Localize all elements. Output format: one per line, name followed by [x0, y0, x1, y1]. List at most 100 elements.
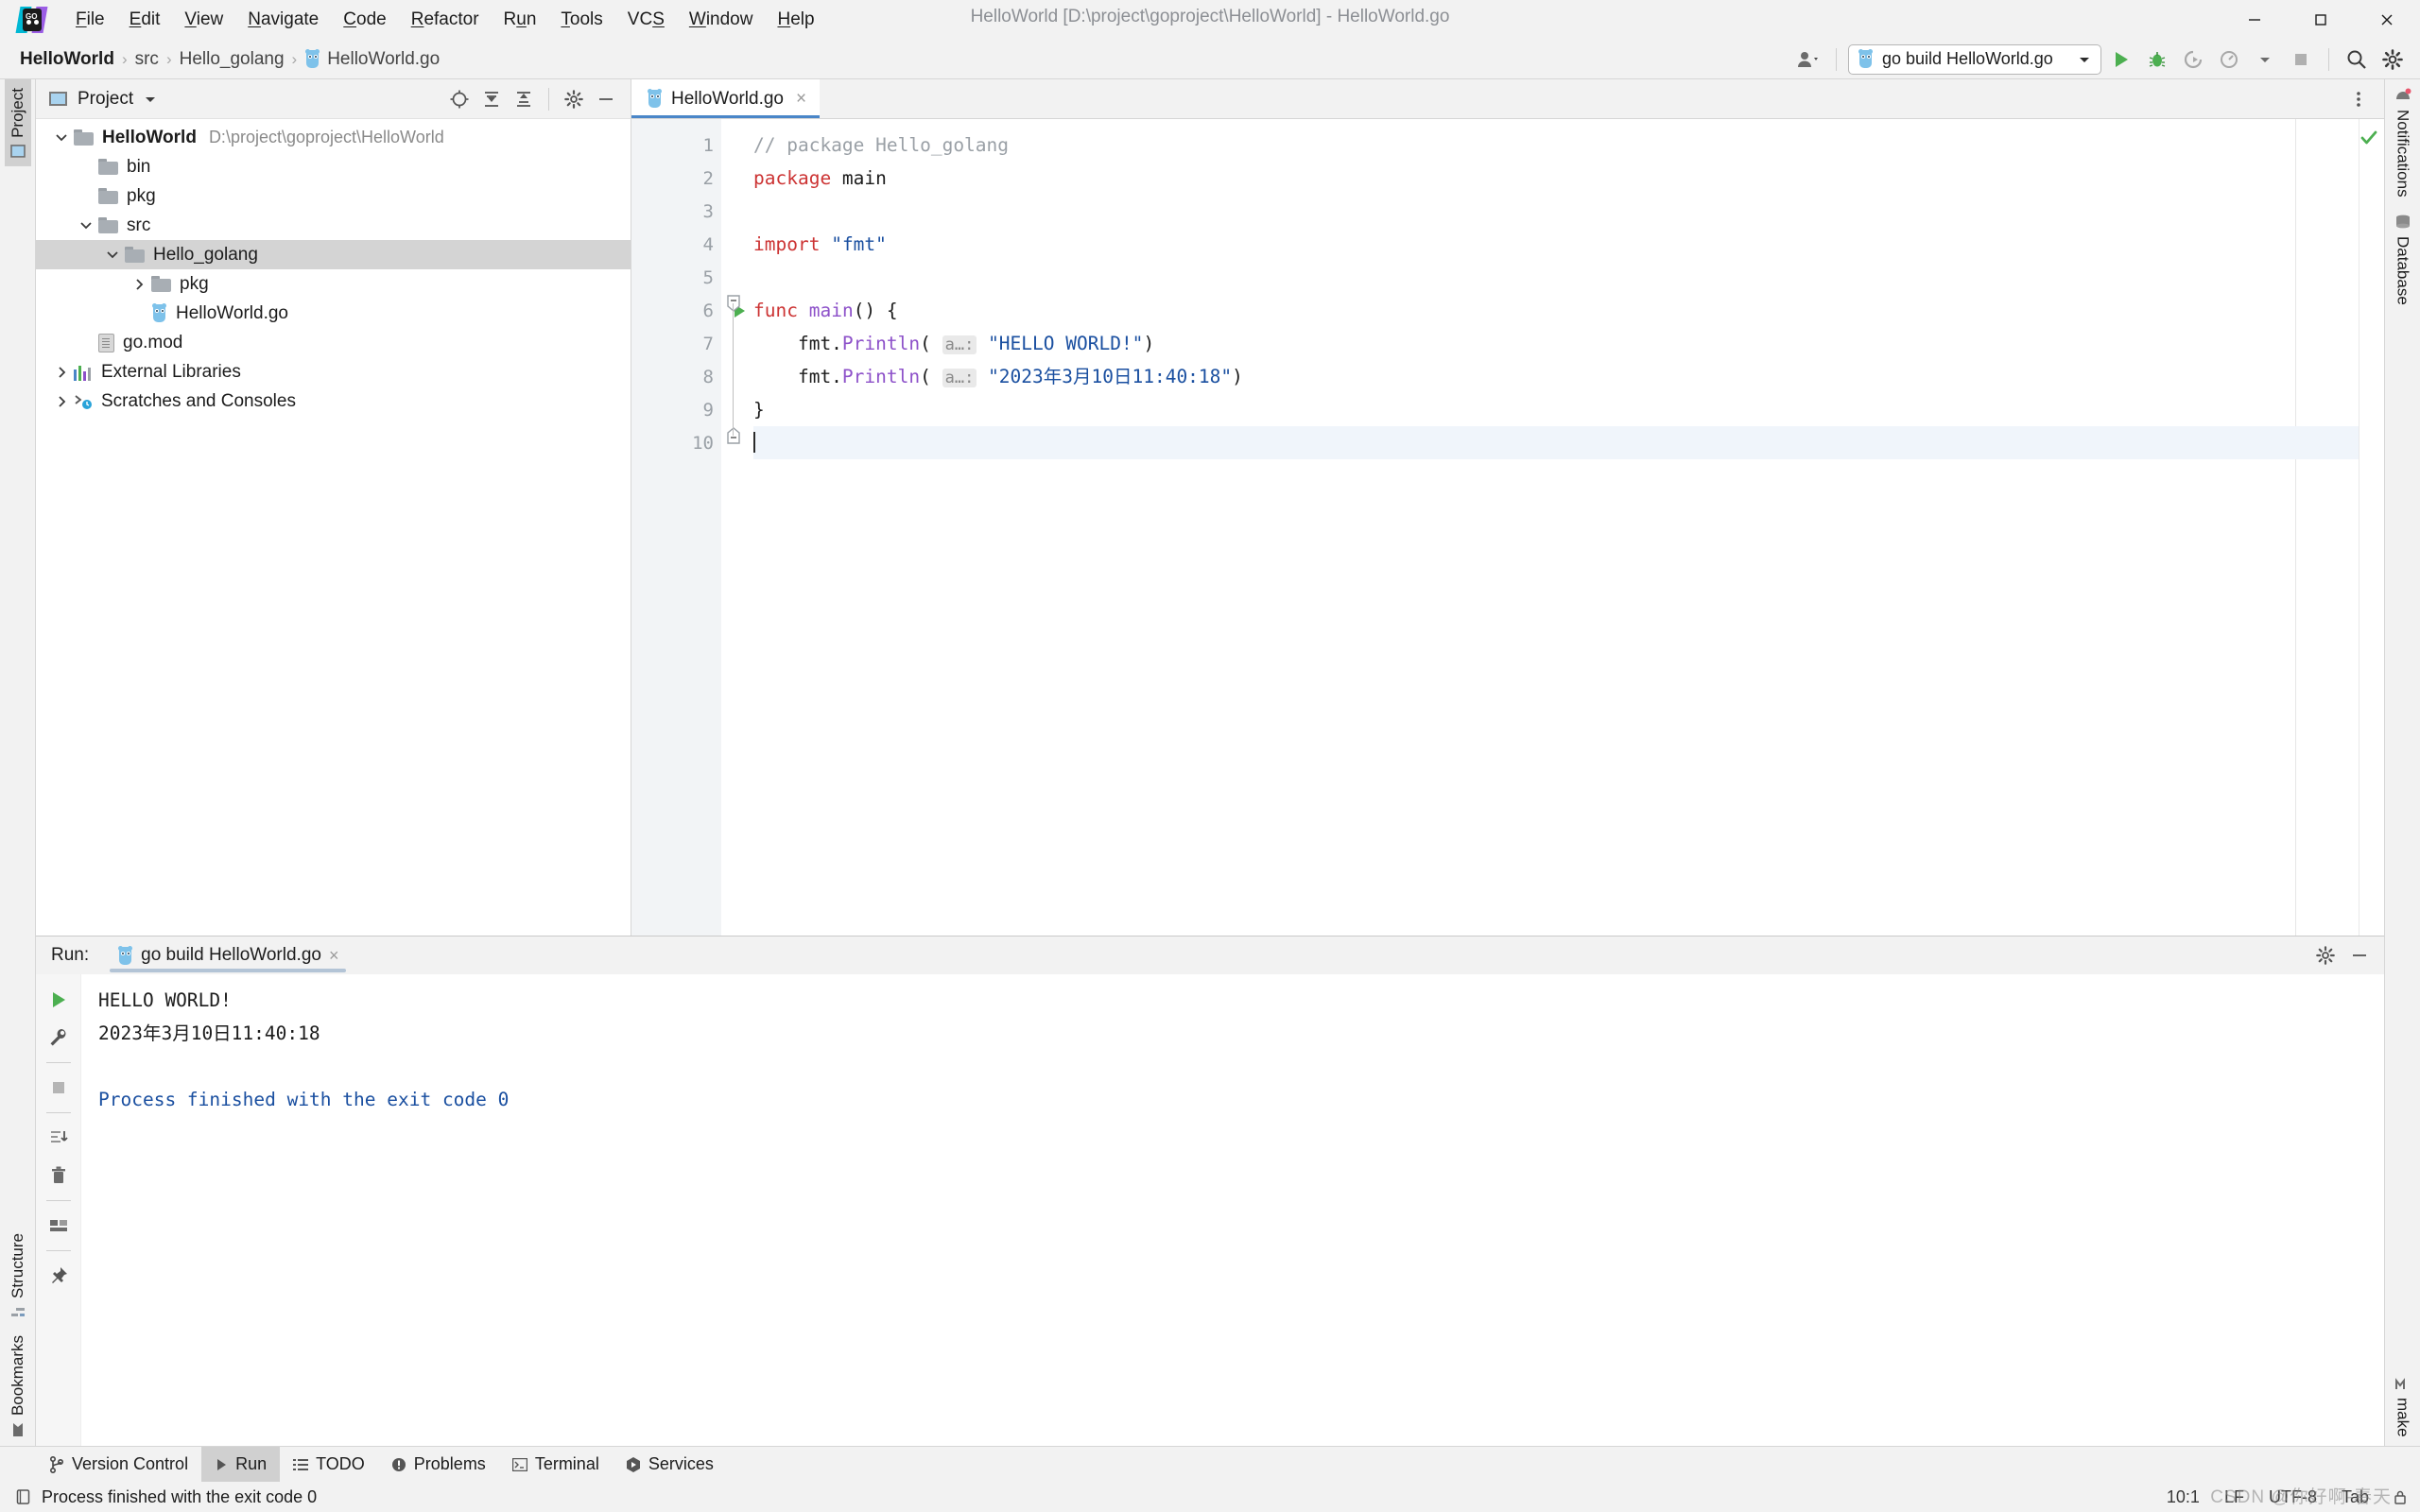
line-separator[interactable]: LF — [2224, 1487, 2244, 1507]
code-token-punct: } — [753, 399, 765, 421]
tree-node-hello-golang-pkg[interactable]: pkg — [36, 269, 631, 299]
tool-window-services[interactable]: Services — [613, 1447, 727, 1482]
sidebar-item-project[interactable]: Project — [5, 79, 31, 166]
line-number: 8 — [631, 360, 721, 393]
sidebar-item-database[interactable]: Database — [2390, 206, 2416, 314]
menu-code[interactable]: Code — [331, 6, 398, 34]
chevron-down-icon[interactable] — [74, 221, 98, 230]
expand-all-icon[interactable] — [476, 85, 507, 113]
file-encoding[interactable]: UTF-8 — [2269, 1487, 2317, 1507]
rerun-icon[interactable] — [41, 982, 77, 1018]
sidebar-item-structure[interactable]: Structure — [5, 1225, 31, 1327]
menu-run[interactable]: Run — [492, 6, 549, 34]
layout-icon[interactable] — [41, 1208, 77, 1244]
breadcrumb-item-hello-golang[interactable]: Hello_golang — [175, 47, 289, 72]
menu-tools[interactable]: Tools — [548, 6, 614, 34]
debug-button[interactable] — [2141, 44, 2173, 75]
ok-check-icon[interactable] — [2360, 129, 2378, 147]
code-editor[interactable]: 1 2 3 4 5 6 7 8 9 10 — [631, 119, 2384, 936]
tree-node-helloworld[interactable]: HelloWorld D:\project\goproject\HelloWor… — [36, 123, 631, 152]
menu-help-mnemonic: H — [777, 9, 790, 29]
profile-button[interactable] — [2213, 44, 2245, 75]
menu-help[interactable]: Help — [765, 6, 826, 34]
go-run-icon — [117, 947, 133, 965]
account-icon[interactable] — [1792, 44, 1824, 75]
tree-node-src[interactable]: src — [36, 211, 631, 240]
breadcrumb-item-project[interactable]: HelloWorld — [15, 47, 119, 72]
menu-file-mnemonic: F — [76, 9, 87, 29]
fold-marker-close[interactable] — [725, 426, 744, 445]
menu-refactor[interactable]: Refactor — [399, 6, 492, 34]
indent-setting[interactable]: Tab — [2342, 1487, 2369, 1507]
breadcrumb-item-file[interactable]: HelloWorld.go — [300, 47, 444, 72]
stop-button[interactable] — [2285, 44, 2317, 75]
tree-node-external-libraries[interactable]: External Libraries — [36, 357, 631, 387]
run-button[interactable] — [2105, 44, 2137, 75]
minimize-button[interactable] — [2221, 0, 2288, 40]
caret-position[interactable]: 10:1 — [2167, 1487, 2200, 1507]
chevron-right-icon[interactable] — [49, 367, 74, 378]
profile-dropdown-icon[interactable] — [2249, 44, 2281, 75]
menu-view[interactable]: View — [172, 6, 235, 34]
settings-icon[interactable] — [559, 85, 589, 113]
editor-scrollbar[interactable] — [2359, 119, 2384, 936]
project-tree[interactable]: HelloWorld D:\project\goproject\HelloWor… — [36, 119, 631, 936]
scroll-to-end-icon[interactable] — [41, 1120, 77, 1156]
stop-icon[interactable] — [41, 1070, 77, 1106]
hide-panel-icon[interactable] — [591, 85, 621, 113]
maximize-button[interactable] — [2288, 0, 2354, 40]
chevron-right-icon[interactable] — [49, 396, 74, 407]
hide-panel-icon[interactable] — [2344, 941, 2375, 970]
tree-node-go-mod[interactable]: go.mod — [36, 328, 631, 357]
more-icon[interactable] — [2342, 84, 2375, 114]
editor-tab-helloworld-go[interactable]: HelloWorld.go × — [631, 79, 820, 118]
tool-window-run[interactable]: Run — [201, 1447, 280, 1482]
chevron-right-icon[interactable] — [127, 279, 151, 290]
menu-window[interactable]: Window — [677, 6, 766, 34]
sidebar-item-bookmarks[interactable]: Bookmarks — [5, 1327, 31, 1446]
editor-gutter[interactable]: 1 2 3 4 5 6 7 8 9 10 — [631, 119, 721, 936]
project-panel-header: Project — [36, 79, 631, 119]
terminal-icon — [512, 1458, 527, 1471]
run-configuration-selector[interactable]: go build HelloWorld.go — [1848, 44, 2101, 75]
lock-icon[interactable] — [2394, 1489, 2407, 1504]
fold-marker-open[interactable] — [725, 294, 744, 313]
close-icon[interactable]: × — [329, 946, 339, 966]
pin-icon[interactable] — [41, 1258, 77, 1294]
menu-vcs[interactable]: VCS — [615, 6, 677, 34]
run-panel-tab[interactable]: go build HelloWorld.go × — [106, 936, 350, 974]
status-message-group[interactable]: Process finished with the exit code 0 — [15, 1487, 317, 1507]
code-text-area[interactable]: // package Hello_golang package main imp… — [721, 119, 2359, 936]
chevron-down-icon[interactable] — [49, 133, 74, 142]
menu-edit[interactable]: Edit — [117, 6, 173, 34]
tool-window-problems[interactable]: Problems — [378, 1447, 499, 1482]
sidebar-item-make[interactable]: make — [2390, 1369, 2416, 1446]
settings-icon[interactable] — [2377, 44, 2409, 75]
close-button[interactable] — [2354, 0, 2420, 40]
select-opened-file-icon[interactable] — [444, 85, 475, 113]
search-everywhere-icon[interactable] — [2341, 44, 2373, 75]
run-console-output[interactable]: HELLO WORLD! 2023年3月10日11:40:18 Process … — [81, 974, 2384, 1446]
tool-window-version-control[interactable]: Version Control — [36, 1447, 201, 1482]
project-panel-title-group[interactable]: Project — [49, 89, 157, 110]
menu-file[interactable]: File — [63, 6, 117, 34]
tree-node-bin[interactable]: bin — [36, 152, 631, 181]
settings-icon[interactable] — [2310, 941, 2341, 970]
tool-window-todo[interactable]: TODO — [280, 1447, 378, 1482]
database-icon — [2394, 215, 2411, 230]
collapse-all-icon[interactable] — [509, 85, 539, 113]
tool-window-terminal[interactable]: Terminal — [499, 1447, 613, 1482]
trash-icon[interactable] — [41, 1158, 77, 1194]
breadcrumb-item-src[interactable]: src — [130, 47, 164, 72]
run-with-coverage-button[interactable] — [2177, 44, 2209, 75]
close-icon[interactable]: × — [796, 89, 806, 110]
tree-node-helloworld-go[interactable]: HelloWorld.go — [36, 299, 631, 328]
editor-area: HelloWorld.go × 1 2 3 — [631, 79, 2384, 936]
tree-node-hello-golang[interactable]: Hello_golang — [36, 240, 631, 269]
wrench-icon[interactable] — [41, 1020, 77, 1056]
sidebar-item-notifications[interactable]: Notifications — [2390, 79, 2416, 206]
chevron-down-icon[interactable] — [100, 250, 125, 259]
tree-node-pkg[interactable]: pkg — [36, 181, 631, 211]
menu-navigate[interactable]: Navigate — [235, 6, 331, 34]
tree-node-scratches[interactable]: Scratches and Consoles — [36, 387, 631, 416]
